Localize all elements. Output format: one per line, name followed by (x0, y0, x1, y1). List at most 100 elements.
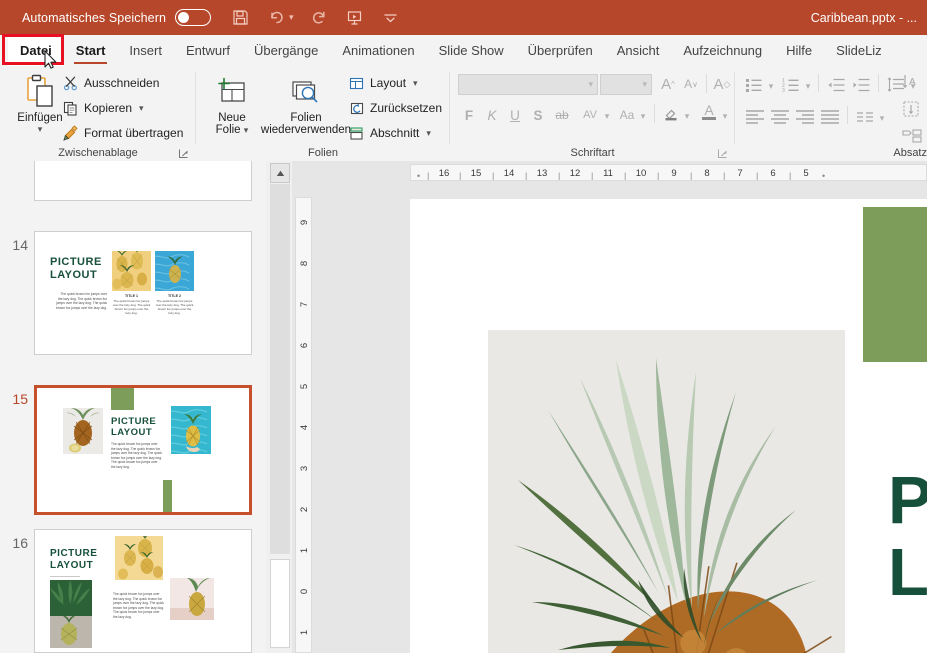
italic-button[interactable]: K (483, 104, 501, 126)
copy-button[interactable]: Kopieren ▾ (62, 97, 144, 119)
change-case-button[interactable]: Aa (616, 104, 638, 126)
thumbnail-frame-selected[interactable]: PICTURE LAYOUT The quick brown fox jumps… (34, 385, 252, 515)
autosave-toggle-knob (178, 11, 190, 23)
decrease-indent-button[interactable] (825, 74, 847, 96)
text-direction-button[interactable]: A (900, 71, 924, 93)
text-shadow-button[interactable]: S (529, 104, 547, 126)
align-text-button[interactable] (900, 98, 924, 120)
bullets-button[interactable] (743, 74, 765, 96)
layout-button[interactable]: Layout ▾ (348, 72, 418, 94)
horizontal-ruler[interactable]: • | 16 | 15 | 14 | 13 | 12 | 11 | 10 | 9… (410, 164, 927, 181)
tab-uebergaenge[interactable]: Übergänge (242, 35, 330, 66)
new-slide-chevron-down-icon[interactable]: ▾ (244, 125, 249, 135)
slide-title-line2[interactable]: LA (888, 539, 927, 607)
numbering-button[interactable]: 123 (780, 74, 802, 96)
present-icon[interactable] (344, 7, 366, 29)
thumbnail-slide-14[interactable]: 14 PICTURE LAYOUT The quick brown fox ju… (0, 231, 266, 361)
scrollbar-lower-area[interactable] (270, 559, 290, 648)
save-icon[interactable] (229, 7, 251, 29)
bullets-chevron-down-icon[interactable]: ▾ (766, 75, 776, 97)
convert-to-smartart-button[interactable] (900, 125, 924, 147)
undo-icon[interactable] (265, 7, 287, 29)
tab-ansicht[interactable]: Ansicht (605, 35, 672, 66)
align-right-button[interactable] (793, 106, 817, 128)
current-slide-canvas[interactable]: P LA (410, 199, 927, 653)
underline-label: U (510, 107, 520, 123)
font-name-chevron-down-icon[interactable]: ▾ (588, 79, 593, 90)
character-spacing-chevron-down-icon[interactable]: ▾ (602, 105, 612, 127)
thumbnail-frame[interactable]: PICTURE LAYOUT The quick brown fox jumps… (34, 231, 252, 355)
thumbnail-frame[interactable]: over the lazy dog. The quick brown fox j… (34, 161, 252, 201)
slide14-title: PICTURE LAYOUT (50, 256, 102, 281)
thumbnail-frame[interactable]: PICTURE LAYOUT The quick brown fox jumps… (34, 529, 252, 653)
font-color-chevron-down-icon[interactable]: ▾ (720, 105, 730, 127)
hruler-tick-8: 8 (704, 168, 710, 179)
columns-button[interactable] (854, 106, 876, 128)
font-dialog-launcher[interactable] (717, 146, 729, 158)
customize-qat-icon[interactable] (380, 7, 402, 29)
shrink-font-button[interactable]: A ∨ (681, 73, 701, 95)
hruler-tick-2: 14 (503, 168, 515, 179)
slide-pineapple-photo[interactable] (488, 330, 845, 653)
paragraph-separator (818, 74, 819, 92)
slide-edit-area[interactable]: • | 16 | 15 | 14 | 13 | 12 | 11 | 10 | 9… (292, 161, 927, 653)
grow-font-button[interactable]: A ^ (658, 73, 678, 95)
slide-thumbnails-pane[interactable]: over the lazy dog. The quick brown fox j… (0, 161, 266, 653)
thumbnail-slide-16[interactable]: 16 PICTURE LAYOUT The quick brown fox ju… (0, 529, 266, 653)
tab-aufzeichnung[interactable]: Aufzeichnung (671, 35, 774, 66)
increase-indent-button[interactable] (850, 74, 872, 96)
undo-chevron-down-icon[interactable]: ▾ (289, 13, 294, 22)
slide-title-line1[interactable]: P (888, 467, 927, 535)
scroll-up-button[interactable] (270, 163, 290, 183)
paragraph-group-label: Absatz (893, 147, 927, 159)
tab-insert[interactable]: Insert (117, 35, 174, 66)
font-size-combobox[interactable]: ▾ (600, 74, 652, 95)
thumbnail-slide-15[interactable]: 15 PICTURE LAYOUT The quick brown fox ju… (0, 385, 266, 519)
thumbnail-slide-13[interactable]: over the lazy dog. The quick brown fox j… (0, 161, 266, 205)
tab-entwurf[interactable]: Entwurf (174, 35, 242, 66)
section-button[interactable]: Abschnitt ▾ (348, 122, 431, 144)
change-case-chevron-down-icon[interactable]: ▾ (638, 105, 648, 127)
tab-animationen[interactable]: Animationen (330, 35, 426, 66)
thumbnails-scrollbar[interactable] (266, 161, 292, 653)
columns-chevron-down-icon[interactable]: ▾ (877, 107, 887, 129)
undo-group[interactable]: ▾ (265, 7, 294, 29)
strikethrough-button[interactable]: ab (552, 104, 572, 126)
section-chevron-down-icon[interactable]: ▾ (426, 128, 431, 139)
numbering-chevron-down-icon[interactable]: ▾ (803, 75, 813, 97)
tab-ueberpruefen[interactable]: Überprüfen (516, 35, 605, 66)
vertical-ruler[interactable]: 9 8 7 6 5 4 3 2 1 0 1 (295, 197, 312, 653)
bold-button[interactable]: F (460, 104, 478, 126)
clear-formatting-button[interactable]: A ◇ (712, 73, 732, 95)
clipboard-dialog-launcher[interactable] (178, 146, 190, 158)
tab-hilfe[interactable]: Hilfe (774, 35, 824, 66)
paste-chevron-down-icon[interactable]: ▾ (38, 125, 43, 134)
cut-button[interactable]: Ausschneiden (62, 72, 159, 94)
tab-start[interactable]: Start (64, 35, 118, 66)
reset-button[interactable]: Zurücksetzen (348, 97, 442, 119)
hruler-tick-3: 13 (536, 168, 548, 179)
align-left-button[interactable] (743, 106, 767, 128)
highlight-chevron-down-icon[interactable]: ▾ (682, 105, 692, 127)
format-painter-button[interactable]: Format übertragen (62, 122, 183, 144)
hruler-tick-4: 12 (569, 168, 581, 179)
cut-label: Ausschneiden (84, 76, 160, 90)
font-size-chevron-down-icon[interactable]: ▾ (642, 79, 647, 90)
clear-formatting-label: A (713, 75, 724, 93)
tab-datei[interactable]: Datei (2, 34, 64, 66)
font-color-button[interactable]: A (698, 101, 720, 123)
justify-button[interactable] (818, 106, 842, 128)
reuse-slides-button[interactable]: Folien wiederverwenden (254, 70, 358, 136)
align-center-button[interactable] (768, 106, 792, 128)
underline-button[interactable]: U (506, 104, 524, 126)
redo-icon[interactable] (308, 7, 330, 29)
font-name-combobox[interactable]: ▾ (458, 74, 598, 95)
autosave-toggle[interactable] (175, 9, 212, 26)
scrollbar-thumb[interactable] (270, 184, 290, 554)
character-spacing-button[interactable]: AV (578, 104, 602, 126)
tab-slideliz[interactable]: SlideLiz (824, 35, 894, 66)
layout-chevron-down-icon[interactable]: ▾ (413, 78, 418, 89)
copy-chevron-down-icon[interactable]: ▾ (139, 103, 144, 114)
tab-slide-show[interactable]: Slide Show (427, 35, 516, 66)
text-highlight-color-button[interactable] (660, 102, 682, 124)
